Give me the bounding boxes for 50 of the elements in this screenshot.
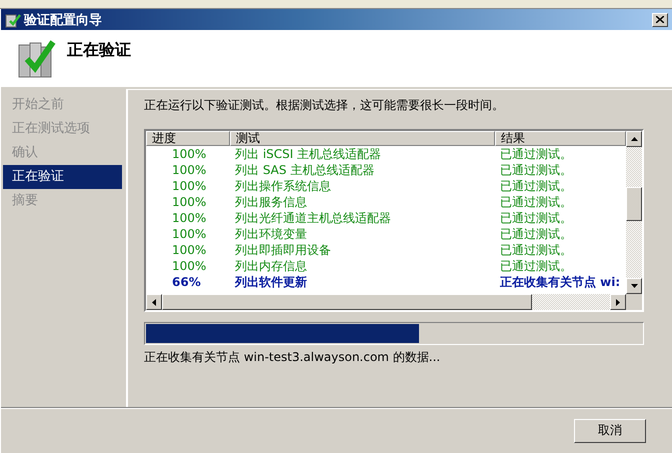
- page-heading: 正在验证: [67, 40, 131, 61]
- left-arrow-icon: [152, 298, 156, 306]
- down-arrow-icon: [630, 284, 638, 288]
- table-cell-text: 66%: [171, 274, 202, 290]
- table-cell-text: 已通过测试。: [499, 210, 573, 226]
- table-cell-text: 列出操作系统信息: [234, 178, 332, 194]
- table-cell-text: 列出即插即用设备: [234, 242, 332, 258]
- scroll-down-button[interactable]: [626, 278, 642, 294]
- up-arrow-icon: [630, 137, 638, 141]
- table-cell-text: 列出 SAS 主机总线适配器: [234, 162, 376, 178]
- intro-text: 正在运行以下验证测试。根据测试选择，这可能需要很长一段时间。: [144, 97, 505, 114]
- table-cell-text: 100%: [171, 242, 208, 258]
- table-cell-text: 100%: [171, 194, 208, 210]
- table-cell-text: 100%: [171, 210, 208, 226]
- cancel-button[interactable]: 取消: [574, 418, 646, 442]
- column-header[interactable]: 结果: [495, 131, 626, 146]
- table-cell-text: 已通过测试。: [499, 258, 573, 274]
- table-cell-text: 列出 iSCSI 主机总线适配器: [234, 146, 382, 162]
- wizard-icon: [5, 12, 21, 28]
- table-cell-text: 100%: [171, 258, 208, 274]
- table-cell-text: 列出光纤通道主机总线适配器: [234, 210, 392, 226]
- scroll-left-button[interactable]: [146, 294, 162, 310]
- table-cell-text: 100%: [171, 178, 208, 194]
- table-cell-text: 列出软件更新: [234, 274, 308, 290]
- scrollbar-thumb[interactable]: [626, 187, 642, 221]
- status-text: 正在收集有关节点 win-test3.alwayson.com 的数据...: [144, 349, 442, 366]
- table-cell-text: 正在收集有关节点 wi:: [499, 274, 622, 290]
- close-button[interactable]: [652, 12, 668, 26]
- column-header[interactable]: 进度: [146, 131, 230, 146]
- table-cell-text: 100%: [171, 146, 208, 162]
- table-cell-text: 100%: [171, 162, 208, 178]
- scrollbar-corner: [626, 294, 642, 310]
- table-cell-text: 已通过测试。: [499, 226, 573, 242]
- table-cell-text: 列出内存信息: [234, 258, 308, 274]
- sidebar-item[interactable]: 正在验证: [3, 165, 122, 189]
- table-cell-text: 已通过测试。: [499, 178, 573, 194]
- table-cell-text: 已通过测试。: [499, 146, 573, 162]
- window-title: 验证配置向导: [24, 12, 103, 28]
- column-header[interactable]: 测试: [230, 131, 495, 146]
- scroll-right-button[interactable]: [610, 294, 626, 310]
- right-arrow-icon: [616, 298, 620, 306]
- scroll-up-button[interactable]: [626, 131, 642, 147]
- table-cell-text: 已通过测试。: [499, 162, 573, 178]
- scrollbar-thumb[interactable]: [162, 294, 532, 310]
- table-cell-text: 列出服务信息: [234, 194, 308, 210]
- table-cell-text: 100%: [171, 226, 208, 242]
- table-cell-text: 列出环境变量: [234, 226, 308, 242]
- table-cell-text: 已通过测试。: [499, 242, 573, 258]
- table-cell-text: 已通过测试。: [499, 194, 573, 210]
- close-icon: [656, 16, 664, 23]
